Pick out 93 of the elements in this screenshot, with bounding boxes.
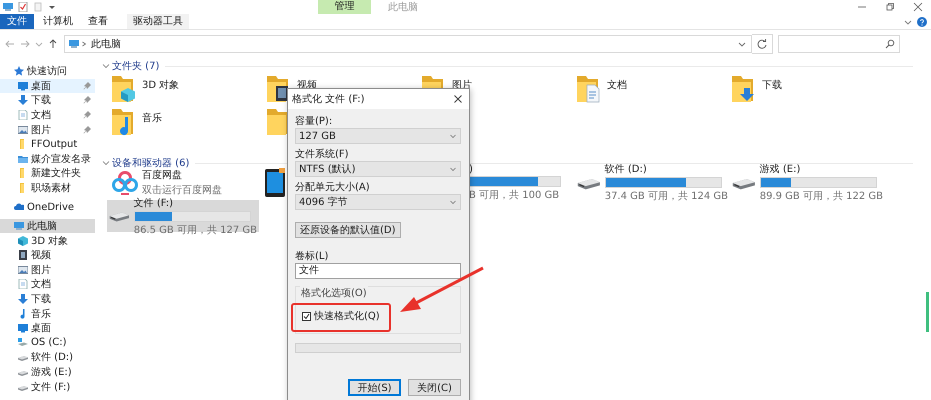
sidebar-item[interactable]: 文档 [0,108,95,122]
drive-detail: B 可用，共 100 GB [469,188,560,202]
monitor-icon [18,323,28,334]
sidebar-item[interactable]: 桌面 [0,320,95,336]
field-label: 分配单元大小(A) [295,181,371,194]
picture-icon [18,124,28,135]
sidebar-item[interactable]: 文档 [0,277,95,292]
monitor-icon [18,80,28,91]
sidebar-item[interactable]: 职场素材 [0,180,95,196]
document-icon [18,110,28,120]
sidebar-item[interactable]: 图片 [0,122,95,137]
folder-name[interactable]: 下载 [762,78,782,92]
cube-icon [18,236,28,246]
collapse-icon[interactable] [102,62,110,70]
sidebar-item[interactable]: 下载 [0,292,95,306]
field-label: 卷标(L) [295,250,330,263]
input-field[interactable]: 文件 [295,263,461,279]
sidebar-item[interactable]: 图片 [0,262,95,278]
sidebar-item[interactable]: 3D 对象 [0,233,95,248]
context-tab[interactable]: 管理 [318,0,371,14]
scrollbar-thumb[interactable] [926,292,929,332]
collapse-icon[interactable] [102,159,110,167]
dialog-title: 格式化 文件 (F:) [292,92,366,106]
ribbon-tab[interactable]: 查看 [82,14,114,29]
cloud-logo-icon [112,170,138,196]
ribbon-tab[interactable]: 驱动器工具 [127,14,189,29]
ribbon-tab[interactable]: 计算机 [37,14,79,29]
cloud-icon [14,202,24,212]
star-icon [14,66,24,76]
down-arrow-icon [18,95,28,106]
sidebar-item[interactable]: 快速访问 [0,64,95,79]
drive-name[interactable]: ) [469,164,561,174]
computer-icon [69,39,79,49]
computer-icon [14,221,24,232]
sidebar-item[interactable]: 视频 [0,248,95,262]
restore-icon[interactable] [885,2,895,12]
folder-name[interactable]: 音乐 [142,111,162,125]
sidebar-item[interactable]: 媒介宣发名录 [0,152,95,166]
checkbox-label[interactable]: 快速格式化(Q) [314,309,380,323]
properties-icon [18,2,28,12]
folder-icon [18,154,28,164]
sidebar-item[interactable]: 文件 (F:) [0,379,95,394]
group-header[interactable]: 文件夹 (7) [112,59,160,73]
sidebar-item[interactable]: OS (C:) [0,335,95,350]
picture-icon [18,264,28,275]
window-title: 此电脑 [388,0,418,14]
address-path: 此电脑 [91,38,121,51]
document-icon [18,279,28,290]
sidebar-item[interactable]: 新建文件夹 [0,166,95,181]
field-label: 容量(P): [295,115,334,128]
help-icon[interactable] [917,16,927,26]
folder-cube-icon [110,74,138,104]
drive-name[interactable]: 百度网盘 [142,168,222,182]
system-drive-icon [18,338,28,348]
close-icon[interactable] [453,94,463,104]
address-field[interactable]: 此电脑 [64,35,752,53]
chevron-right-icon [81,39,87,49]
blank-page-icon [33,2,43,12]
sidebar-item[interactable]: 游戏 (E:) [0,364,95,380]
sidebar-item[interactable]: 软件 (D:) [0,350,95,365]
folder-name[interactable]: 文档 [607,78,627,92]
refresh-icon[interactable] [752,34,773,54]
drive-detail: 双击运行百度网盘 [142,184,222,197]
sidebar-item[interactable]: 下载 [0,93,95,108]
chevron-icon [449,165,457,173]
sidebar-item[interactable]: 此电脑 [0,218,95,234]
folder-name[interactable]: 3D 对象 [142,78,180,92]
check-icon [303,312,310,320]
chevron-icon [449,198,457,206]
sidebar-item[interactable]: FFOutput [0,136,95,152]
dropdown[interactable]: 4096 字节 [295,194,461,210]
dialog-button[interactable]: 开始(S) [348,379,401,396]
down-arrow-icon [18,294,28,304]
search-icon [885,39,895,49]
sidebar-item[interactable]: OneDrive [0,200,95,214]
restore-defaults-button[interactable]: 还原设备的默认值(D) [295,222,401,238]
close-icon[interactable] [913,2,923,12]
search-field[interactable] [778,35,900,53]
group-label: 格式化选项(O) [300,286,368,300]
sidebar-item[interactable]: 桌面 [0,78,95,94]
ribbon-tab[interactable]: 文件 [0,14,34,29]
sidebar-item[interactable]: 音乐 [0,306,95,321]
dropdown[interactable]: NTFS (默认) [295,161,461,177]
dialog-button[interactable]: 关闭(C) [408,379,461,396]
dropdown[interactable]: 127 GB [295,128,461,144]
field-label: 文件系统(F) [295,148,350,161]
film-icon [18,250,28,260]
checkbox[interactable] [302,312,311,320]
up-icon[interactable] [48,39,58,49]
computer-icon [3,2,13,12]
chevron-icon [449,132,457,140]
tablet-icon [265,168,285,198]
drive-tile[interactable]: 文件 (F:) 86.5 GB 可用，共 127 GB [107,200,259,232]
